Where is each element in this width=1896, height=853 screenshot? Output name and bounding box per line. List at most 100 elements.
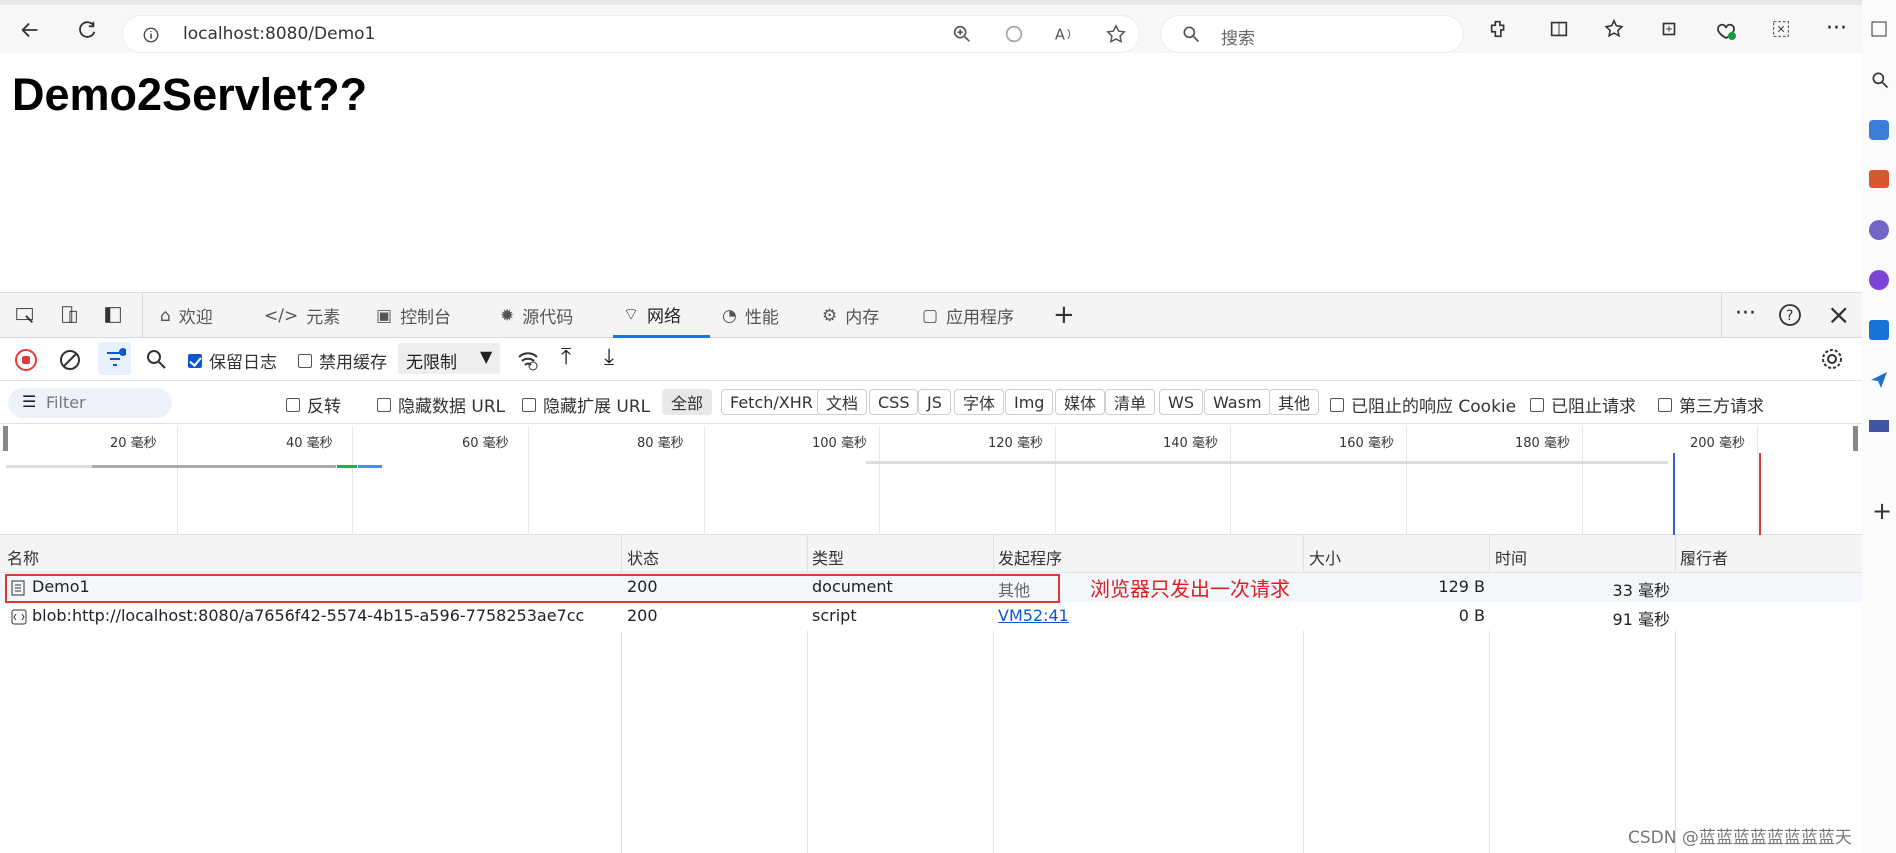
timeline-left-handle[interactable] — [3, 426, 8, 451]
browser-search-box[interactable]: 搜索 — [1160, 15, 1464, 53]
zoom-icon[interactable] — [951, 23, 973, 45]
help-icon[interactable]: ? — [1778, 303, 1802, 327]
tab-memory[interactable]: ⚙ 内存 — [822, 293, 879, 338]
checkbox-unchecked[interactable] — [298, 353, 312, 368]
tab-console[interactable]: ▣ 控制台 — [376, 293, 451, 338]
tab-sources[interactable]: ✹ 源代码 — [500, 293, 573, 338]
sidebar-search-icon[interactable] — [1870, 70, 1890, 90]
clear-icon[interactable] — [58, 348, 82, 372]
outlook-icon[interactable] — [1869, 320, 1889, 340]
throttle-select[interactable]: 无限制 ▼ — [398, 343, 500, 374]
request-row-blob[interactable]: blob:http://localhost:8080/a7656f42-5574… — [0, 602, 1862, 631]
blocked-cookie-checkbox[interactable]: 已阻止的响应 Cookie — [1330, 392, 1516, 417]
tab-network[interactable]: ⌔ 网络 — [613, 293, 710, 338]
disable-cache-checkbox[interactable]: 禁用缓存 — [298, 348, 387, 373]
filter-type-document[interactable]: 文档 — [817, 389, 868, 415]
filter-type-fetch-xhr[interactable]: Fetch/XHR — [721, 389, 822, 415]
favorites-icon[interactable] — [1603, 18, 1625, 40]
checkbox-unchecked[interactable] — [522, 397, 536, 412]
collections-icon[interactable] — [1658, 18, 1680, 40]
download-icon[interactable]: ⤓ — [604, 344, 614, 370]
timeline-right-handle[interactable] — [1853, 426, 1858, 451]
upload-icon[interactable]: ⤒ — [561, 344, 571, 370]
filter-type-font[interactable]: 字体 — [954, 389, 1005, 415]
column-fulfilled-by[interactable]: 履行者 — [1680, 545, 1728, 569]
info-icon[interactable] — [141, 25, 161, 45]
screenshot-icon[interactable] — [1770, 18, 1792, 40]
filter-type-media[interactable]: 媒体 — [1055, 389, 1106, 415]
checkbox-checked[interactable] — [188, 353, 202, 368]
hide-data-url-checkbox[interactable]: 隐藏数据 URL — [377, 392, 505, 417]
address-bar[interactable]: localhost:8080/Demo1 A — [122, 15, 1140, 53]
toolbox-icon[interactable] — [1869, 170, 1889, 188]
column-size[interactable]: 大小 — [1309, 545, 1341, 569]
tab-welcome[interactable]: ⌂ 欢迎 — [160, 293, 213, 338]
game-icon[interactable] — [1869, 420, 1889, 432]
timeline-gridline — [1230, 426, 1231, 535]
checkbox-unchecked[interactable] — [1658, 397, 1672, 412]
tag-icon[interactable] — [1869, 120, 1889, 140]
column-time[interactable]: 时间 — [1495, 545, 1527, 569]
throttle-value[interactable]: 无限制 — [406, 348, 457, 373]
column-type[interactable]: 类型 — [812, 545, 844, 569]
invert-checkbox[interactable]: 反转 — [286, 392, 341, 417]
filter-type-other[interactable]: 其他 — [1269, 389, 1320, 415]
tab-application[interactable]: ▢ 应用程序 — [922, 293, 1014, 338]
column-name[interactable]: 名称 — [7, 545, 39, 569]
url-text[interactable]: localhost:8080/Demo1 — [183, 24, 375, 44]
network-search-icon[interactable] — [145, 348, 167, 370]
network-conditions-icon[interactable] — [516, 349, 540, 371]
chevron-down-icon[interactable]: ▼ — [480, 347, 492, 366]
record-stop-icon[interactable] — [14, 348, 38, 372]
settings-gear-icon[interactable] — [1820, 347, 1844, 371]
request-time: 91 毫秒 — [1612, 610, 1670, 629]
back-icon[interactable] — [16, 16, 44, 44]
filter-type-wasm[interactable]: Wasm — [1204, 389, 1271, 415]
office-icon[interactable] — [1869, 270, 1889, 290]
checkbox-unchecked[interactable] — [1330, 397, 1344, 412]
more-tools-icon[interactable]: ··· — [1735, 301, 1756, 326]
split-screen-icon[interactable] — [1548, 18, 1570, 40]
filter-type-all[interactable]: 全部 — [662, 389, 713, 415]
filter-input[interactable]: ☰ Filter — [8, 388, 172, 418]
column-initiator[interactable]: 发起程序 — [998, 545, 1062, 569]
translate-icon[interactable] — [1003, 23, 1025, 45]
add-tab-icon[interactable]: + — [1053, 300, 1075, 330]
inspect-icon[interactable] — [14, 304, 36, 326]
browser-essentials-icon[interactable] — [1714, 18, 1738, 42]
blocked-requests-checkbox[interactable]: 已阻止请求 — [1530, 392, 1636, 417]
request-initiator-link[interactable]: VM52:41 — [998, 606, 1069, 625]
more-icon[interactable]: ··· — [1826, 16, 1847, 41]
tab-elements[interactable]: </> 元素 — [264, 293, 340, 338]
filter-type-img[interactable]: Img — [1005, 389, 1054, 415]
filter-lines-icon: ☰ — [22, 392, 37, 411]
send-icon[interactable] — [1869, 370, 1889, 390]
hide-ext-url-checkbox[interactable]: 隐藏扩展 URL — [522, 392, 650, 417]
checkbox-unchecked[interactable] — [1530, 397, 1544, 412]
dock-icon[interactable] — [102, 304, 124, 326]
filter-type-manifest[interactable]: 清单 — [1105, 389, 1156, 415]
filter-type-ws[interactable]: WS — [1159, 389, 1203, 415]
sidebar-app-icon[interactable] — [1870, 20, 1888, 38]
preserve-log-checkbox[interactable]: 保留日志 — [188, 348, 277, 373]
filter-type-css[interactable]: CSS — [869, 389, 919, 415]
refresh-icon[interactable] — [73, 16, 101, 44]
people-icon[interactable] — [1869, 220, 1889, 240]
add-sidebar-icon[interactable]: + — [1872, 497, 1892, 525]
extensions-icon[interactable] — [1488, 18, 1510, 40]
filter-type-js[interactable]: JS — [918, 389, 951, 415]
read-aloud-icon[interactable]: A — [1053, 23, 1075, 45]
timeline-gridline — [1055, 426, 1056, 535]
checkbox-unchecked[interactable] — [286, 397, 300, 412]
timeline-request-bar — [337, 465, 357, 468]
request-name[interactable]: blob:http://localhost:8080/a7656f42-5574… — [32, 606, 584, 625]
third-party-checkbox[interactable]: 第三方请求 — [1658, 392, 1764, 417]
column-status[interactable]: 状态 — [627, 545, 659, 569]
device-toolbar-icon[interactable] — [58, 304, 80, 326]
timeline-gridline — [352, 426, 353, 535]
close-icon[interactable]: × — [1827, 298, 1850, 331]
tab-performance[interactable]: ◔ 性能 — [722, 293, 779, 338]
checkbox-unchecked[interactable] — [377, 397, 391, 412]
timeline-gridline — [1582, 426, 1583, 535]
favorite-star-icon[interactable] — [1105, 23, 1127, 45]
